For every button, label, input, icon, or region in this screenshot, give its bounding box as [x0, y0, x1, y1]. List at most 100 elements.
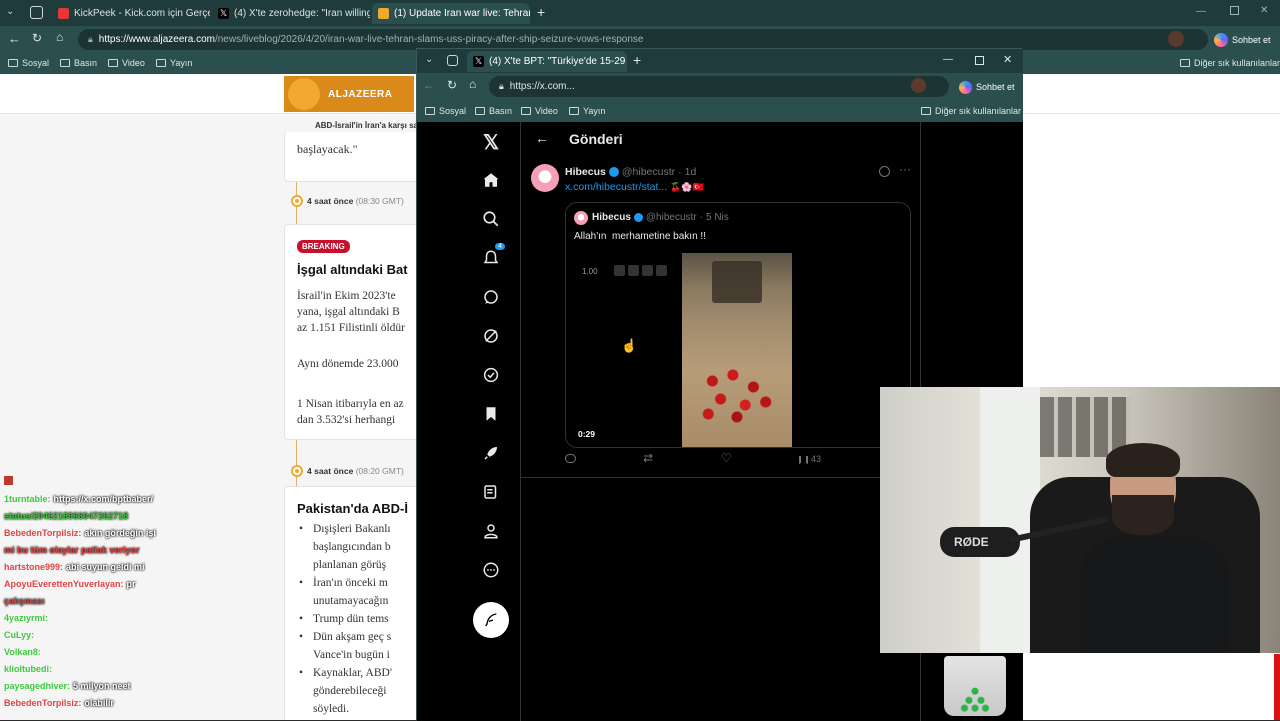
maximize-icon[interactable] [975, 56, 984, 65]
chat-username[interactable]: Volkan8: [4, 647, 41, 657]
folder-icon [475, 107, 485, 115]
chat-username[interactable]: BebedenTorpilsiz: [4, 528, 81, 538]
control-square-icon[interactable] [642, 265, 653, 276]
minimize-icon[interactable]: — [943, 54, 953, 65]
back-arrow-icon[interactable]: ← [535, 130, 549, 146]
chat-username[interactable]: paysagedhiver: [4, 681, 70, 691]
address-field[interactable]: 🔒︎ https://www.aljazeera.com/news/livebl… [78, 29, 1208, 50]
post-link[interactable]: x.com/hibecustr/stat... [565, 181, 667, 193]
news-ticker[interactable]: ABD-İsrail'in İran'a karşı sa [315, 121, 418, 130]
profile-avatar[interactable] [911, 78, 926, 93]
tab-menu-icon[interactable]: ⌄ [6, 6, 20, 20]
grok-nav-icon[interactable] [479, 324, 503, 348]
entry-card-breaking: BREAKING İşgal altındaki Bat İsrail'in E… [284, 224, 424, 440]
bookmark-basin[interactable]: Basın [475, 106, 512, 116]
views-icon [799, 456, 808, 464]
chat-message: 1turntable: https://x.com/bptbaber/ [4, 493, 153, 506]
minimize-icon[interactable]: — [1196, 6, 1206, 17]
new-tab-button[interactable]: + [633, 52, 641, 68]
workspaces-icon[interactable] [30, 6, 43, 19]
workspaces-icon[interactable] [447, 55, 458, 66]
webcam-overlay: RØDE [880, 387, 1280, 653]
bookmark-yayin[interactable]: Yayın [156, 58, 192, 68]
back-icon[interactable]: ← [8, 31, 21, 46]
maximize-icon[interactable] [1230, 6, 1239, 15]
url-path: /news/liveblog/2026/4/20/iran-war-live-t… [214, 34, 644, 45]
x-bookmarks-bar: Sosyal Basın Video Yayın Diğer sık kulla… [417, 100, 1023, 122]
address-field[interactable]: 🔒︎ https://x.com... [489, 76, 949, 97]
tab-x-bpt[interactable]: 𝕏 (4) X'te BPT: "Türkiye'de 15-29 yaş ✕ [467, 51, 627, 72]
chat-username[interactable]: 4yazıyrmi: [4, 613, 48, 623]
entry-headline[interactable]: İşgal altındaki Bat [297, 262, 408, 277]
post-emojis: 🍒🌸🇹🇷 [670, 182, 704, 192]
views-button[interactable]: 43 [799, 454, 821, 464]
chat-message: klioltubedi: [4, 663, 52, 676]
other-bookmarks[interactable]: Diğer sık kullanılanlar [1180, 58, 1280, 68]
messages-nav-icon[interactable] [479, 285, 503, 309]
bookmark-sosyal[interactable]: Sosyal [8, 58, 49, 68]
playback-speed[interactable]: 1.00 [582, 267, 598, 276]
rocket-nav-icon[interactable] [479, 441, 503, 465]
chat-username[interactable]: CuLyy: [4, 630, 34, 640]
control-square-icon[interactable] [614, 265, 625, 276]
quoted-post[interactable]: Hibecus @hibecustr · 5 Nis Allah'ın merh… [565, 202, 911, 448]
home-icon[interactable]: ⌂ [469, 77, 476, 91]
control-square-icon[interactable] [628, 265, 639, 276]
compose-post-button[interactable] [473, 602, 509, 638]
chat-username[interactable]: 1turntable: [4, 494, 51, 504]
more-options-icon[interactable]: ··· [899, 162, 911, 176]
notifications-nav-icon[interactable]: 4 [479, 243, 505, 270]
home-nav-icon[interactable] [479, 168, 503, 192]
bookmark-basin[interactable]: Basın [60, 58, 97, 68]
bookmark-sosyal[interactable]: Sosyal [425, 106, 466, 116]
reload-icon[interactable]: ↻ [32, 31, 42, 45]
tab-menu-icon[interactable]: ⌄ [425, 54, 433, 65]
profile-avatar[interactable] [1168, 31, 1184, 47]
back-icon[interactable]: ← [423, 78, 435, 92]
prev-entry-card: başlayacak." [284, 132, 424, 182]
video-player[interactable]: 1.00 0:29 [566, 253, 910, 447]
close-window-icon[interactable]: ✕ [1003, 53, 1012, 66]
chat-username[interactable]: hartstone999: [4, 562, 63, 572]
tab-kickpeek[interactable]: KickPeek - Kick.com için Gerçek Za ✕ [52, 3, 210, 24]
bookmark-video[interactable]: Video [521, 106, 558, 116]
articles-nav-icon[interactable] [479, 480, 503, 504]
avatar[interactable] [531, 164, 559, 192]
tab-zerohedge[interactable]: 𝕏 (4) X'te zerohedge: "Iran willing to ✕ [212, 3, 370, 24]
post[interactable]: Hibecus @hibecustr · 1d ··· x.com/hibecu… [521, 158, 921, 478]
control-square-icon[interactable] [656, 265, 667, 276]
entry-headline[interactable]: Pakistan'da ABD-İ [297, 501, 408, 516]
x-logo-icon[interactable]: 𝕏 [479, 130, 503, 154]
repost-icon[interactable]: ⇄ [643, 451, 653, 465]
home-icon[interactable]: ⌂ [56, 30, 63, 44]
chat-text: abi suyun geldi mi [66, 562, 145, 572]
post-time[interactable]: 1d [685, 166, 697, 178]
chat-username[interactable]: klioltubedi: [4, 664, 52, 674]
more-nav-icon[interactable] [479, 558, 503, 582]
other-bookmarks[interactable]: Diğer sık kullanılanlar [921, 106, 1021, 116]
tab-aljazeera[interactable]: (1) Update Iran war live: Tehran sl ✕ [372, 3, 530, 24]
like-icon[interactable]: ♡ [721, 451, 732, 465]
chat-username[interactable]: BebedenTorpilsiz: [4, 698, 81, 708]
search-nav-icon[interactable] [479, 207, 503, 231]
copilot-chat-button[interactable]: Sohbet et [1214, 30, 1271, 50]
bookmarks-nav-icon[interactable] [479, 402, 503, 426]
author-name[interactable]: Hibecus [565, 166, 606, 178]
bookmark-video[interactable]: Video [108, 58, 145, 68]
verified-badge-icon [633, 213, 643, 222]
grok-post-icon[interactable] [879, 166, 890, 177]
bookmark-label: Basın [489, 106, 513, 116]
profile-nav-icon[interactable] [479, 519, 503, 543]
copilot-chat-button[interactable]: Sohbet et [959, 77, 1015, 97]
close-window-icon[interactable]: ✕ [1260, 5, 1268, 16]
aljazeera-logo[interactable]: ALJAZEERA [284, 76, 414, 112]
reply-icon[interactable] [565, 454, 576, 463]
verified-nav-icon[interactable] [479, 363, 503, 387]
new-tab-button[interactable]: + [537, 4, 545, 20]
bookmark-label: Video [122, 58, 145, 68]
bookmark-yayin[interactable]: Yayın [569, 106, 605, 116]
reload-icon[interactable]: ↻ [447, 78, 457, 92]
entry-paragraph: Aynı dönemde 23.000 [297, 358, 399, 370]
author-handle[interactable]: @hibecustr [622, 166, 675, 178]
chat-username[interactable]: ApoyuEverettenYuverlayan: [4, 579, 124, 589]
